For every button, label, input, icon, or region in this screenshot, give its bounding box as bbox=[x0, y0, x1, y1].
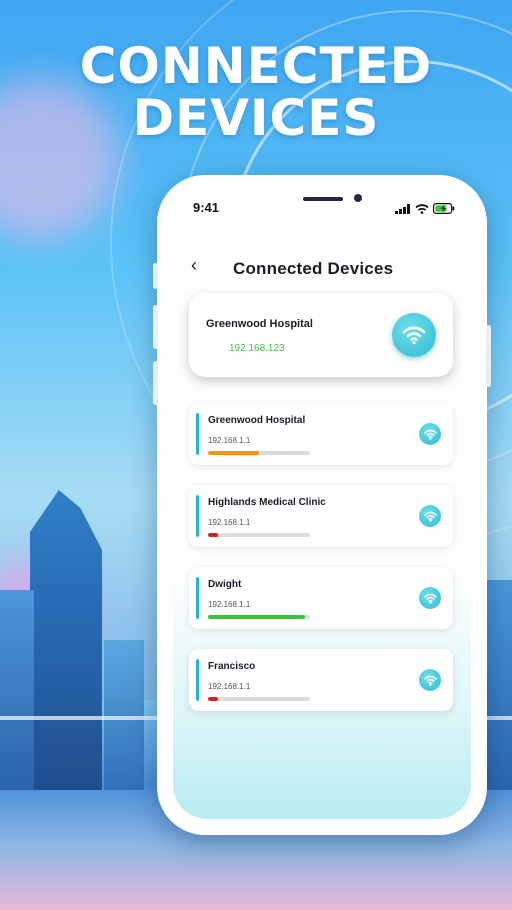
current-network-ip: 192.168.123 bbox=[229, 343, 285, 354]
wifi-icon bbox=[392, 313, 436, 357]
device-card[interactable]: Highlands Medical Clinic 192.168.1.1 bbox=[189, 485, 453, 547]
wifi-icon bbox=[419, 587, 441, 609]
headline-line-1: CONNECTED bbox=[79, 37, 433, 95]
wifi-status-icon bbox=[415, 203, 429, 214]
device-accent-bar bbox=[196, 577, 199, 619]
signal-strength-bar bbox=[208, 533, 310, 537]
phone-side-button bbox=[153, 263, 158, 289]
wifi-icon bbox=[419, 669, 441, 691]
device-name: Greenwood Hospital bbox=[208, 415, 306, 426]
chevron-left-icon[interactable]: ‹ bbox=[191, 255, 197, 276]
wifi-icon bbox=[419, 423, 441, 445]
device-card[interactable]: Dwight 192.168.1.1 bbox=[189, 567, 453, 629]
phone-side-button bbox=[153, 305, 158, 349]
skyscraper bbox=[0, 590, 34, 790]
phone-side-button bbox=[486, 325, 491, 387]
headline-line-2: DEVICES bbox=[132, 89, 380, 147]
signal-strength-fill bbox=[208, 533, 219, 537]
camera-dot bbox=[354, 194, 362, 202]
device-ip: 192.168.1.1 bbox=[208, 518, 251, 527]
device-ip: 192.168.1.1 bbox=[208, 436, 251, 445]
cellular-signal-icon bbox=[395, 203, 410, 214]
wifi-icon bbox=[419, 505, 441, 527]
signal-strength-bar bbox=[208, 615, 310, 619]
phone-screen: 9:41 ‹ Connected Devices Greenwood Hospi… bbox=[173, 191, 471, 819]
speaker-grille bbox=[303, 197, 343, 201]
page-title: Connected Devices bbox=[233, 259, 394, 278]
phone-mockup: 9:41 ‹ Connected Devices Greenwood Hospi… bbox=[153, 175, 491, 835]
current-network-name: Greenwood Hospital bbox=[206, 318, 313, 330]
phone-side-button bbox=[153, 361, 158, 405]
signal-strength-bar bbox=[208, 697, 310, 701]
status-bar: 9:41 bbox=[173, 191, 471, 231]
navigation-header: ‹ Connected Devices bbox=[173, 249, 471, 289]
current-network-card[interactable]: Greenwood Hospital 192.168.123 bbox=[189, 293, 453, 377]
battery-icon bbox=[433, 203, 455, 214]
signal-strength-bar bbox=[208, 451, 310, 455]
device-card[interactable]: Francisco 192.168.1.1 bbox=[189, 649, 453, 711]
device-accent-bar bbox=[196, 495, 199, 537]
signal-strength-fill bbox=[208, 697, 219, 701]
device-accent-bar bbox=[196, 659, 199, 701]
status-icons bbox=[395, 203, 455, 214]
signal-strength-fill bbox=[208, 615, 305, 619]
skyscraper bbox=[104, 640, 144, 790]
device-card[interactable]: Greenwood Hospital 192.168.1.1 bbox=[189, 403, 453, 465]
device-name: Francisco bbox=[208, 661, 256, 672]
skyscraper bbox=[30, 490, 102, 790]
device-name: Dwight bbox=[208, 579, 242, 590]
promo-headline: CONNECTED DEVICES bbox=[0, 40, 512, 144]
signal-strength-fill bbox=[208, 451, 259, 455]
phone-notch bbox=[245, 191, 397, 219]
status-time: 9:41 bbox=[193, 200, 220, 215]
device-accent-bar bbox=[196, 413, 199, 455]
device-name: Highlands Medical Clinic bbox=[208, 497, 326, 508]
device-ip: 192.168.1.1 bbox=[208, 600, 251, 609]
device-ip: 192.168.1.1 bbox=[208, 682, 251, 691]
